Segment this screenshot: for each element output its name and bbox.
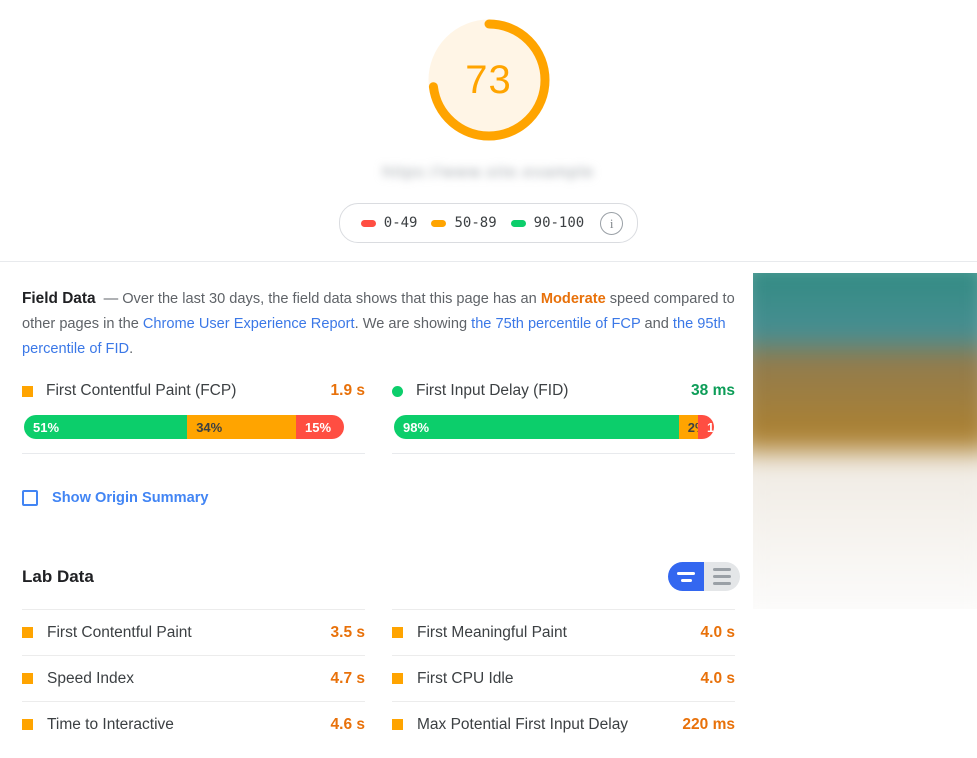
field-metric-fid-value: 38 ms <box>691 382 735 399</box>
lab-metrics-grid: First Contentful Paint 3.5 s Speed Index… <box>22 609 740 747</box>
tested-url: https://www.site.example <box>382 164 595 181</box>
distribution-segment-good: 51% <box>24 415 188 439</box>
thumb-content-band <box>753 347 977 459</box>
link-75th-percentile-fcp[interactable]: the 75th percentile of FCP <box>471 316 640 332</box>
thumbnail-image <box>753 273 977 609</box>
field-data-text-1: — Over the last 30 days, the field data … <box>103 291 541 307</box>
lab-metric-label: First Meaningful Paint <box>417 623 567 641</box>
lab-metric-label: Max Potential First Input Delay <box>417 715 629 733</box>
gauge-wrapper: 73 https://www.site.example 0-49 50-89 9… <box>0 14 977 243</box>
legend-item-average: 50-89 <box>424 215 503 231</box>
status-circle-icon <box>392 385 403 397</box>
distribution-segment-good: 98% <box>394 415 679 439</box>
field-metric-fcp-label: First Contentful Paint (FCP) <box>46 382 237 399</box>
lab-metric-value: 4.0 s <box>700 623 735 641</box>
legend-swatch-orange <box>431 219 447 227</box>
toggle-line <box>713 575 731 578</box>
legend-item-slow: 0-49 <box>354 215 425 231</box>
expanded-view-icon[interactable] <box>704 562 740 591</box>
toggle-line <box>680 578 692 582</box>
status-square-icon <box>22 385 33 397</box>
lab-metric-label: Time to Interactive <box>47 715 174 733</box>
distribution-segment-slow: 1% <box>697 415 714 439</box>
lab-metrics-right-column: First Meaningful Paint 4.0 s First CPU I… <box>392 609 735 747</box>
toggle-line <box>713 582 731 585</box>
distribution-segment-average: 2% <box>678 415 707 439</box>
lab-metric-label: First Contentful Paint <box>47 623 192 641</box>
field-data-text-3: . We are showing <box>354 316 472 332</box>
score-legend: 0-49 50-89 90-100 i <box>338 203 639 243</box>
field-data-title: Field Data <box>22 290 96 307</box>
field-metric-fcp-header: First Contentful Paint (FCP) 1.9 s <box>22 380 365 402</box>
list-view-icon[interactable] <box>668 562 704 591</box>
lab-metric-row[interactable]: First Contentful Paint 3.5 s <box>22 609 365 655</box>
lab-metric-row[interactable]: First Meaningful Paint 4.0 s <box>392 609 735 655</box>
column-divider <box>392 453 735 454</box>
page-screenshot-thumbnail <box>753 273 977 609</box>
status-square-icon <box>22 719 33 730</box>
lab-metric-label: Speed Index <box>47 669 135 687</box>
lab-metric-row[interactable]: Time to Interactive 4.6 s <box>22 701 365 747</box>
field-metric-fid: First Input Delay (FID) 38 ms 98% 2% 1% <box>392 380 735 454</box>
legend-label-good: 90-100 <box>533 215 585 231</box>
status-square-icon <box>22 627 33 638</box>
lab-metric-row[interactable]: Speed Index 4.7 s <box>22 655 365 701</box>
distribution-segment-slow: 15% <box>295 415 344 439</box>
toggle-line <box>713 568 731 571</box>
legend-label-slow: 0-49 <box>383 215 418 231</box>
field-data-description: Field Data — Over the last 30 days, the f… <box>22 286 740 362</box>
lab-metric-row[interactable]: Max Potential First Input Delay 220 ms <box>392 701 735 747</box>
lab-metric-label: First CPU Idle <box>417 669 514 687</box>
legend-swatch-red <box>360 219 376 227</box>
field-metrics-grid: First Contentful Paint (FCP) 1.9 s 51% 3… <box>22 380 740 454</box>
column-divider <box>22 453 365 454</box>
report-body: Field Data — Over the last 30 days, the f… <box>22 286 740 747</box>
lab-view-toggle[interactable] <box>668 562 740 591</box>
field-metric-fid-label: First Input Delay (FID) <box>416 382 569 399</box>
lab-metric-value: 220 ms <box>682 715 735 733</box>
thumb-footer-band <box>753 451 977 609</box>
show-origin-summary-label[interactable]: Show Origin Summary <box>52 490 209 506</box>
field-metric-fcp-distribution: 51% 34% 15% <box>24 415 344 439</box>
field-metric-fid-distribution: 98% 2% 1% <box>394 415 714 439</box>
status-square-icon <box>392 673 403 684</box>
performance-gauge: 73 <box>423 14 555 146</box>
field-metric-fcp-value: 1.9 s <box>330 382 365 399</box>
field-metric-fid-header: First Input Delay (FID) 38 ms <box>392 380 735 402</box>
legend-label-average: 50-89 <box>454 215 497 231</box>
lab-data-header: Lab Data <box>22 562 740 591</box>
show-origin-summary-checkbox[interactable] <box>22 490 38 506</box>
lab-metric-value: 3.5 s <box>330 623 365 641</box>
status-square-icon <box>392 719 403 730</box>
field-data-rating: Moderate <box>540 291 606 307</box>
score-header: 73 https://www.site.example 0-49 50-89 9… <box>0 0 977 262</box>
link-chrome-ux-report[interactable]: Chrome User Experience Report <box>143 316 355 332</box>
field-data-text-4: and <box>640 316 673 332</box>
status-square-icon <box>392 627 403 638</box>
lab-data-title: Lab Data <box>22 566 94 586</box>
status-square-icon <box>22 673 33 684</box>
lab-metric-row[interactable]: First CPU Idle 4.0 s <box>392 655 735 701</box>
thumb-header-band <box>753 273 977 347</box>
lab-metric-value: 4.7 s <box>330 669 365 687</box>
legend-swatch-green <box>510 219 526 227</box>
distribution-segment-average: 34% <box>187 415 296 439</box>
lab-metric-value: 4.0 s <box>700 669 735 687</box>
show-origin-summary-row[interactable]: Show Origin Summary <box>22 490 740 506</box>
legend-item-good: 90-100 <box>504 215 592 231</box>
info-icon[interactable]: i <box>600 211 624 235</box>
field-metric-fcp: First Contentful Paint (FCP) 1.9 s 51% 3… <box>22 380 365 454</box>
field-data-text-5: . <box>129 341 134 357</box>
toggle-line <box>677 571 695 575</box>
score-value: 73 <box>465 57 512 102</box>
lab-metric-value: 4.6 s <box>330 715 365 733</box>
lab-metrics-left-column: First Contentful Paint 3.5 s Speed Index… <box>22 609 365 747</box>
